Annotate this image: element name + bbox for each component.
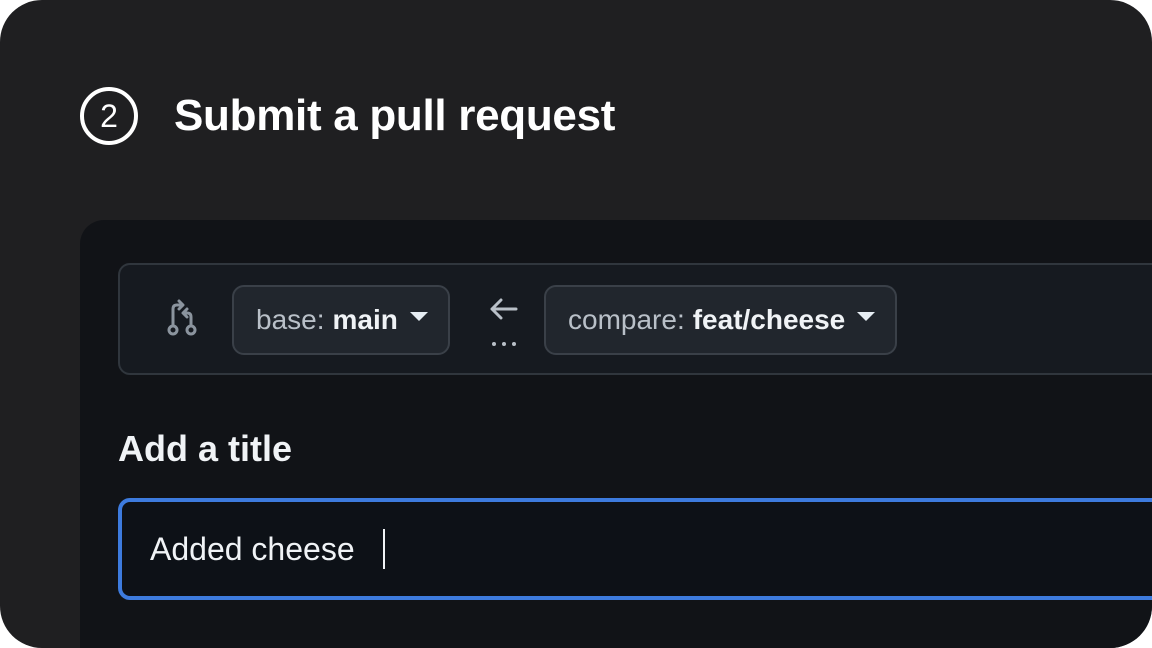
pull-request-panel: base: main compare: feat/cheese Add a ti… [80, 220, 1152, 648]
tutorial-card: 2 Submit a pull request base: main compa… [0, 0, 1152, 648]
step-title: Submit a pull request [174, 91, 616, 140]
text-cursor [383, 529, 385, 569]
base-branch-key: base: [256, 304, 325, 335]
compare-range-bar: base: main compare: feat/cheese [118, 263, 1152, 375]
base-branch-select[interactable]: base: main [232, 285, 450, 355]
title-section-label: Add a title [118, 428, 293, 469]
step-header: 2 Submit a pull request [80, 84, 615, 148]
base-branch-value: main [332, 304, 398, 335]
arrow-left-icon [490, 298, 518, 346]
compare-branch-select[interactable]: compare: feat/cheese [544, 285, 898, 355]
git-compare-icon [167, 299, 197, 336]
step-number-badge: 2 [80, 87, 138, 145]
caret-down-icon [857, 311, 876, 321]
pr-title-input[interactable] [118, 498, 1152, 600]
compare-branch-key: compare: [568, 304, 685, 335]
caret-down-icon [409, 311, 428, 321]
compare-branch-value: feat/cheese [692, 304, 846, 335]
